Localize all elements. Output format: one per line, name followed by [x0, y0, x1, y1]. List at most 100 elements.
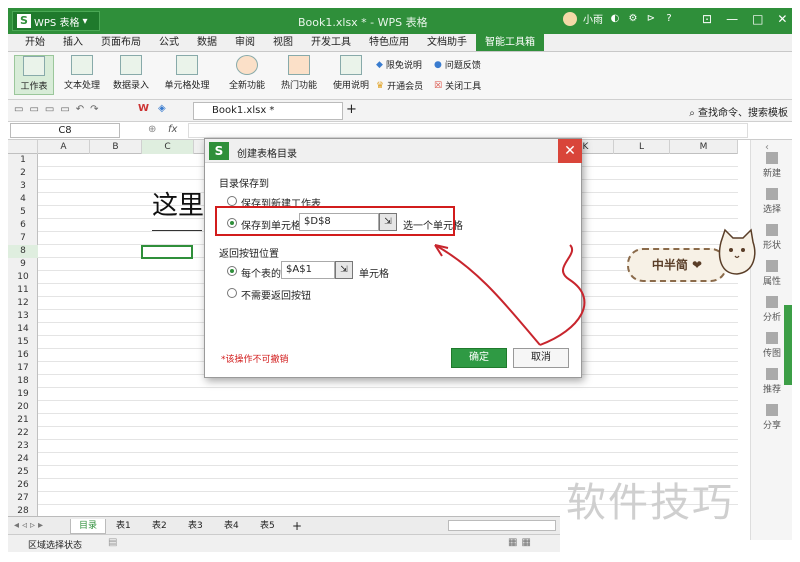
- name-box[interactable]: C8: [10, 123, 120, 138]
- row-header[interactable]: 16: [8, 349, 38, 362]
- tab-review[interactable]: 审阅: [226, 34, 264, 51]
- settings-icon[interactable]: ⚙: [627, 13, 639, 25]
- sidebar-handle[interactable]: [784, 305, 792, 385]
- corner-cell[interactable]: [8, 140, 38, 154]
- user-name[interactable]: 小雨: [583, 11, 603, 26]
- row-header[interactable]: 10: [8, 271, 38, 284]
- return-cell-field[interactable]: $A$1: [281, 261, 335, 279]
- view-mode-icons[interactable]: ▦▦: [508, 537, 535, 548]
- document-tab[interactable]: Book1.xlsx *: [193, 102, 343, 120]
- row-header[interactable]: 5: [8, 206, 38, 219]
- col-header[interactable]: C: [142, 140, 194, 154]
- sheet-tab[interactable]: 表4: [216, 519, 247, 534]
- dialog-titlebar[interactable]: S 创建表格目录 ✕: [205, 139, 582, 163]
- cube-icon[interactable]: ◈: [158, 103, 166, 114]
- sidebar-item-select[interactable]: 选择: [751, 188, 793, 215]
- col-header[interactable]: L: [614, 140, 670, 154]
- sheet-tab[interactable]: 表1: [108, 519, 139, 534]
- close-icon[interactable]: ✕: [777, 12, 787, 26]
- row-header[interactable]: 20: [8, 401, 38, 414]
- command-search[interactable]: ⌕ 查找命令、搜索模板: [689, 104, 788, 119]
- dialog-close-button[interactable]: ✕: [558, 139, 582, 163]
- return-picker-button[interactable]: ⇲: [335, 261, 353, 279]
- row-header[interactable]: 21: [8, 414, 38, 427]
- row-header[interactable]: 11: [8, 284, 38, 297]
- col-header[interactable]: A: [38, 140, 90, 154]
- tab-smart-toolbox[interactable]: 智能工具箱: [476, 34, 544, 51]
- sidebar-item-new[interactable]: 新建: [751, 152, 793, 179]
- close-tool-link[interactable]: ☒ 关闭工具: [434, 79, 481, 93]
- row-header[interactable]: 12: [8, 297, 38, 310]
- sidebar-item-share[interactable]: 分享: [751, 404, 793, 431]
- row-header[interactable]: 13: [8, 310, 38, 323]
- cancel-button[interactable]: 取消: [513, 348, 569, 368]
- sheet-nav-icon[interactable]: ◂◃▹▸: [14, 520, 46, 531]
- feedback-link[interactable]: ● 问题反馈: [434, 58, 481, 72]
- row-header[interactable]: 18: [8, 375, 38, 388]
- tab-doc-assistant[interactable]: 文档助手: [418, 34, 476, 51]
- tab-insert[interactable]: 插入: [54, 34, 92, 51]
- sheet-tab[interactable]: 表5: [252, 519, 283, 534]
- row-header[interactable]: 3: [8, 180, 38, 193]
- row-header[interactable]: 25: [8, 466, 38, 479]
- skin-icon[interactable]: ◐: [609, 13, 621, 25]
- wps-w-icon[interactable]: W: [138, 103, 149, 114]
- row-header[interactable]: 14: [8, 323, 38, 336]
- horizontal-scrollbar[interactable]: [448, 520, 556, 531]
- tab-formula[interactable]: 公式: [150, 34, 188, 51]
- quick-tools-icon[interactable]: ▭▭▭▭↶↷: [14, 104, 105, 115]
- ok-button[interactable]: 确定: [451, 348, 507, 368]
- tab-developer[interactable]: 开发工具: [302, 34, 360, 51]
- row-header[interactable]: 7: [8, 232, 38, 245]
- new-features-button[interactable]: 全新功能: [224, 55, 270, 91]
- tab-special[interactable]: 特色应用: [360, 34, 418, 51]
- radio-new-sheet[interactable]: [227, 196, 237, 206]
- share-icon[interactable]: ⊳: [645, 13, 657, 25]
- free-info-link[interactable]: ◆ 限免说明: [376, 58, 422, 72]
- row-header[interactable]: 26: [8, 479, 38, 492]
- row-header[interactable]: 8: [8, 245, 38, 258]
- sheet-tab[interactable]: 表2: [144, 519, 175, 534]
- cell-process-button[interactable]: 单元格处理: [158, 55, 216, 91]
- row-header[interactable]: 23: [8, 440, 38, 453]
- tab-start[interactable]: 开始: [16, 34, 54, 51]
- row-header[interactable]: 9: [8, 258, 38, 271]
- avatar[interactable]: [563, 11, 577, 26]
- formula-input[interactable]: [188, 123, 748, 138]
- radio-each-sheet[interactable]: [227, 266, 237, 276]
- open-member-link[interactable]: ♛ 开通会员: [376, 79, 423, 93]
- restore-ribbon-icon[interactable]: ⊡: [702, 12, 712, 26]
- row-header[interactable]: 27: [8, 492, 38, 505]
- radio-each-sheet-label[interactable]: 每个表的: [241, 265, 281, 280]
- radio-no-return[interactable]: [227, 288, 237, 298]
- col-header[interactable]: M: [670, 140, 738, 154]
- text-process-button[interactable]: 文本处理: [58, 55, 106, 91]
- maximize-icon[interactable]: □: [752, 12, 763, 26]
- row-header[interactable]: 1: [8, 154, 38, 167]
- row-header[interactable]: 22: [8, 427, 38, 440]
- row-header[interactable]: 19: [8, 388, 38, 401]
- fx-button[interactable]: fx: [168, 124, 177, 135]
- add-sheet-button[interactable]: +: [284, 519, 310, 534]
- tab-view[interactable]: 视图: [264, 34, 302, 51]
- tab-data[interactable]: 数据: [188, 34, 226, 51]
- radio-no-return-label[interactable]: 不需要返回按钮: [241, 287, 311, 302]
- selected-cell[interactable]: [141, 245, 193, 259]
- usage-guide-button[interactable]: 使用说明: [330, 55, 372, 91]
- new-tab-icon[interactable]: +: [346, 102, 357, 117]
- row-header[interactable]: 15: [8, 336, 38, 349]
- zoom-icon[interactable]: ⊕: [148, 124, 156, 135]
- hot-features-button[interactable]: 热门功能: [276, 55, 322, 91]
- row-header[interactable]: 6: [8, 219, 38, 232]
- sheet-tab[interactable]: 目录: [70, 519, 107, 534]
- row-header[interactable]: 17: [8, 362, 38, 375]
- tab-page-layout[interactable]: 页面布局: [92, 34, 150, 51]
- col-header[interactable]: B: [90, 140, 142, 154]
- help-icon[interactable]: ?: [663, 13, 675, 25]
- sheet-tab[interactable]: 表3: [180, 519, 211, 534]
- row-header[interactable]: 4: [8, 193, 38, 206]
- worksheet-button[interactable]: 工作表: [14, 55, 54, 95]
- row-header[interactable]: 24: [8, 453, 38, 466]
- row-header[interactable]: 2: [8, 167, 38, 180]
- minimize-icon[interactable]: —: [726, 12, 738, 26]
